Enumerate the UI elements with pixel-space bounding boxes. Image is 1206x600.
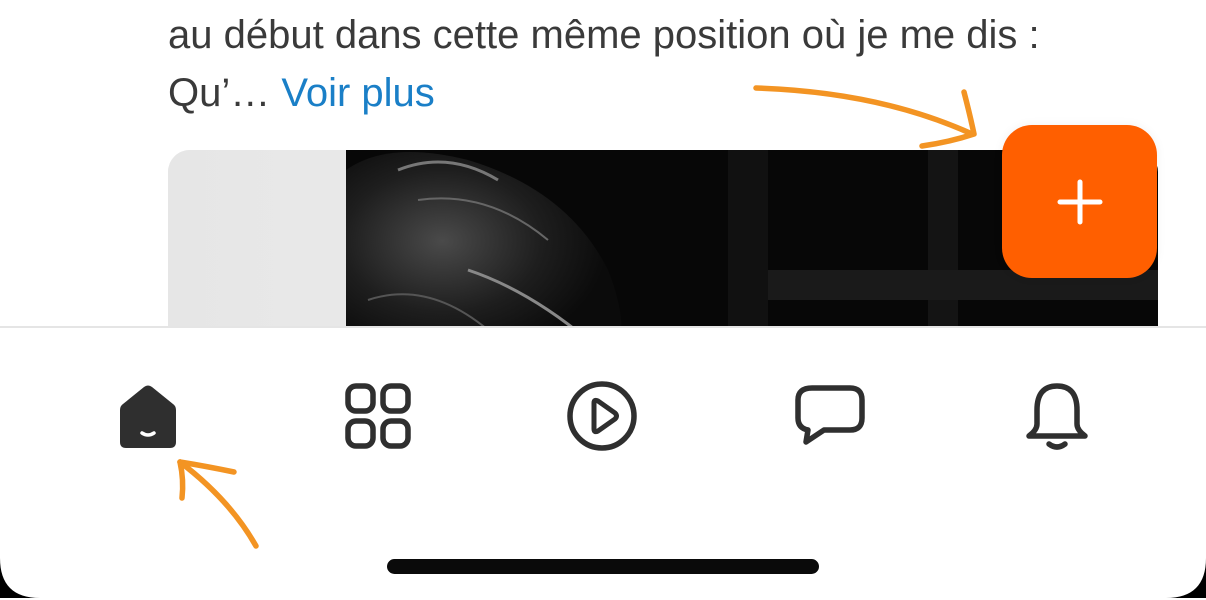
bell-icon [1026, 383, 1088, 450]
screen-corner-right [1166, 558, 1206, 598]
post-text-line-2: Qu’… Voir plus [168, 64, 1168, 122]
tab-notifications[interactable] [1017, 376, 1097, 456]
post-text-truncated: Qu’… [168, 71, 282, 115]
tab-home[interactable] [108, 376, 188, 456]
tab-discover[interactable] [338, 376, 418, 456]
tab-messages[interactable] [790, 376, 870, 456]
create-post-button[interactable] [1002, 125, 1157, 278]
home-indicator[interactable] [387, 559, 819, 574]
tab-videos[interactable] [562, 376, 642, 456]
grid-icon [345, 383, 411, 449]
screen-corner-left [0, 558, 40, 598]
post-text-line-1: au début dans cette même position où je … [168, 13, 1040, 57]
home-icon [120, 385, 176, 448]
see-more-link[interactable]: Voir plus [281, 71, 434, 115]
play-icon [567, 381, 637, 451]
chat-bubble-icon [795, 385, 865, 445]
post-text: au début dans cette même position où je … [168, 6, 1168, 122]
plus-icon [1057, 179, 1102, 224]
